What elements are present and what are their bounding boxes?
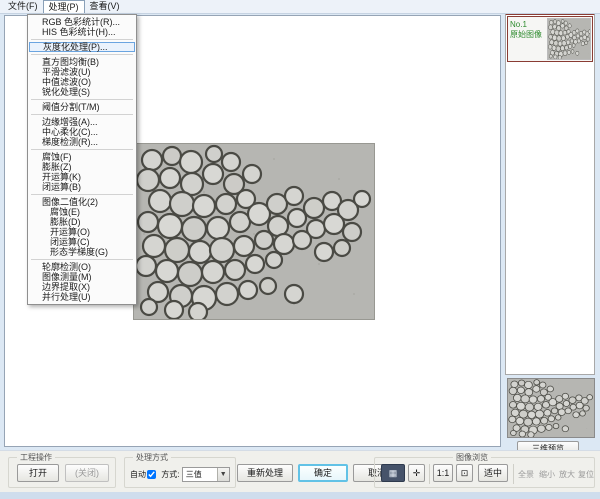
sidebar-item-label: No.1 原始图像	[508, 17, 546, 61]
image-tool-button[interactable]: ▦	[381, 464, 405, 482]
status-strip	[0, 492, 600, 499]
mode-label: 方式:	[161, 470, 179, 479]
menu-item[interactable]: 平滑滤波(U)	[28, 67, 136, 77]
menubar-item-file[interactable]: 文件(F)	[3, 0, 43, 13]
view-group: 图像浏览 ▦ ✛ 1:1 ⊡ 适中 全景 缩小 放大 复位	[374, 457, 595, 488]
menubar-item-process[interactable]: 处理(P)	[43, 0, 85, 13]
bottom-toolbar: 工程操作 打开 (关闭) 处理方式 自动 方式: 三值 ▼ 重新处理 确定 取消…	[0, 450, 600, 492]
sidebar-item-thumbnail	[547, 18, 591, 60]
menu-item[interactable]: 梯度检测(R)...	[28, 137, 136, 147]
menu-item[interactable]: 开运算(K)	[28, 172, 136, 182]
menu-separator	[31, 99, 133, 100]
sidebar-list[interactable]	[505, 13, 595, 375]
sidebar-item-name: 原始图像	[510, 30, 545, 40]
micrograph-image[interactable]	[133, 143, 375, 320]
menu-item[interactable]: 灰度化处理(P)...	[29, 42, 135, 52]
menu-item[interactable]: 中值滤波(O)	[28, 77, 136, 87]
menu-item[interactable]: 直方图均衡(B)	[28, 57, 136, 67]
menu-item[interactable]: 并行处理(U)	[28, 292, 136, 302]
sidebar-item[interactable]: No.1 原始图像	[507, 16, 593, 62]
menu-item[interactable]: 膨胀(Z)	[28, 162, 136, 172]
menu-item[interactable]: HIS 色彩统计(H)...	[28, 27, 136, 37]
mode-group-caption: 处理方式	[133, 453, 171, 462]
close-button[interactable]: (关闭)	[65, 464, 109, 482]
image-icon: ▦	[389, 468, 398, 478]
menu-item[interactable]: 腐蚀(E)	[28, 207, 136, 217]
view-group-caption: 图像浏览	[453, 453, 491, 462]
menu-item[interactable]: 腐蚀(F)	[28, 152, 136, 162]
reset-button[interactable]: 复位	[578, 469, 594, 480]
menu-item[interactable]: RGB 色彩统计(R)...	[28, 17, 136, 27]
menu-separator	[31, 114, 133, 115]
menu-separator	[31, 194, 133, 195]
menu-item[interactable]: 闭运算(B)	[28, 182, 136, 192]
file-group-caption: 工程操作	[17, 453, 55, 462]
menu-item[interactable]: 图像测量(M)	[28, 272, 136, 282]
zoom-in-button[interactable]: 放大	[559, 469, 575, 480]
file-group: 工程操作 打开 (关闭)	[8, 457, 116, 488]
mode-select[interactable]: 三值 ▼	[182, 467, 230, 482]
pan-button[interactable]: 全景	[518, 469, 534, 480]
reprocess-button[interactable]: 重新处理	[237, 464, 293, 482]
one-to-one-button[interactable]: 1:1	[433, 464, 453, 482]
crosshair-tool-button[interactable]: ✛	[408, 464, 425, 482]
menu-item[interactable]: 形态学梯度(G)	[28, 247, 136, 257]
open-button[interactable]: 打开	[17, 464, 59, 482]
crosshair-icon: ✛	[413, 468, 421, 478]
menu-item[interactable]: 轮廓检测(O)	[28, 262, 136, 272]
mode-group: 处理方式 自动 方式: 三值 ▼	[124, 457, 236, 488]
menu-item[interactable]: 图像二值化(2)	[28, 197, 136, 207]
menu-separator	[31, 259, 133, 260]
menu-item[interactable]: 边界提取(X)	[28, 282, 136, 292]
menu-item[interactable]: 阈值分割(T/M)	[28, 102, 136, 112]
menu-separator	[31, 54, 133, 55]
ok-button[interactable]: 确定	[298, 464, 348, 482]
zoom-tool-button[interactable]: ⊡	[456, 464, 473, 482]
auto-checkbox[interactable]	[147, 470, 156, 479]
menu-item[interactable]: 中心柔化(C)...	[28, 127, 136, 137]
menu-item[interactable]: 膨胀(D)	[28, 217, 136, 227]
menu-item[interactable]: 边缘增强(A)...	[28, 117, 136, 127]
menu-item[interactable]: 开运算(O)	[28, 227, 136, 237]
fit-button[interactable]: 适中	[478, 464, 508, 482]
chevron-down-icon[interactable]: ▼	[217, 468, 229, 481]
zoom-icon: ⊡	[461, 468, 469, 478]
preview-thumbnail[interactable]	[507, 378, 595, 438]
menu-separator	[31, 39, 133, 40]
menu-bar: 文件(F) 处理(P) 查看(V)	[0, 0, 600, 14]
menu-separator	[31, 149, 133, 150]
dropdown-menu: RGB 色彩统计(R)...HIS 色彩统计(H)... 灰度化处理(P)... 直…	[27, 14, 137, 305]
menu-item[interactable]: 闭运算(C)	[28, 237, 136, 247]
sidebar-item-index: No.1	[510, 20, 545, 30]
zoom-out-button[interactable]: 缩小	[539, 469, 555, 480]
menu-item[interactable]: 锐化处理(S)	[28, 87, 136, 97]
auto-label: 自动	[130, 470, 146, 479]
mode-select-value: 三值	[186, 470, 202, 479]
menubar-item-view[interactable]: 查看(V)	[85, 0, 125, 13]
